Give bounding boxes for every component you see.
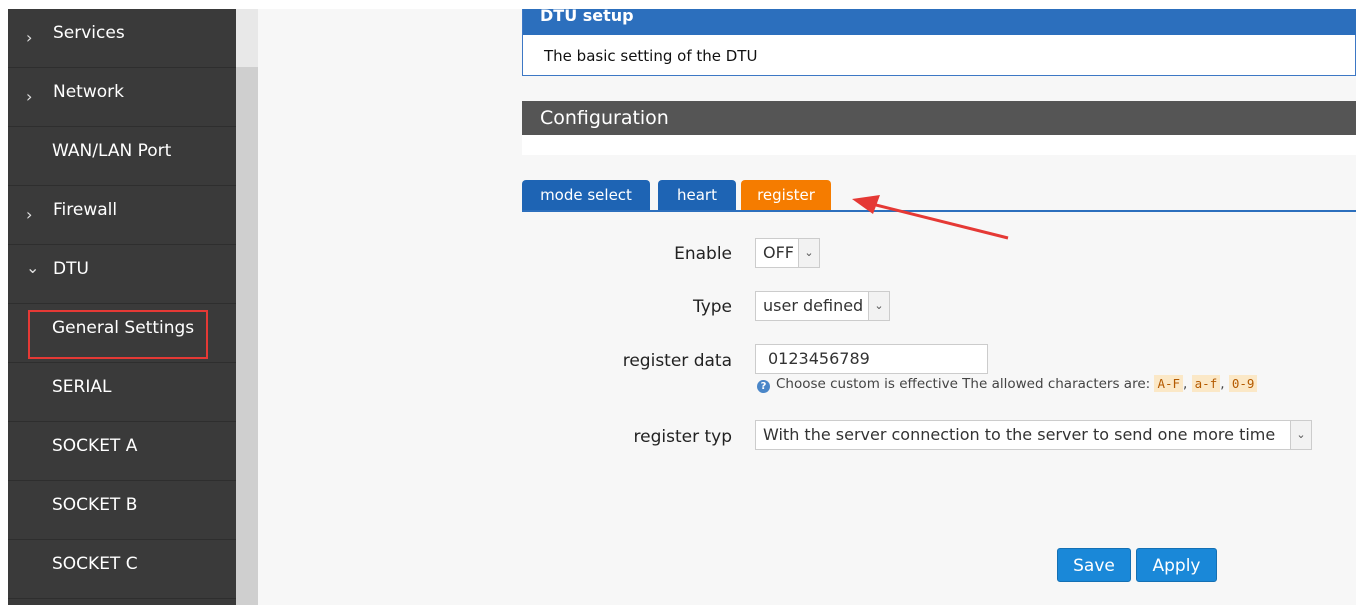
annotation-arrow-icon bbox=[852, 195, 1009, 240]
